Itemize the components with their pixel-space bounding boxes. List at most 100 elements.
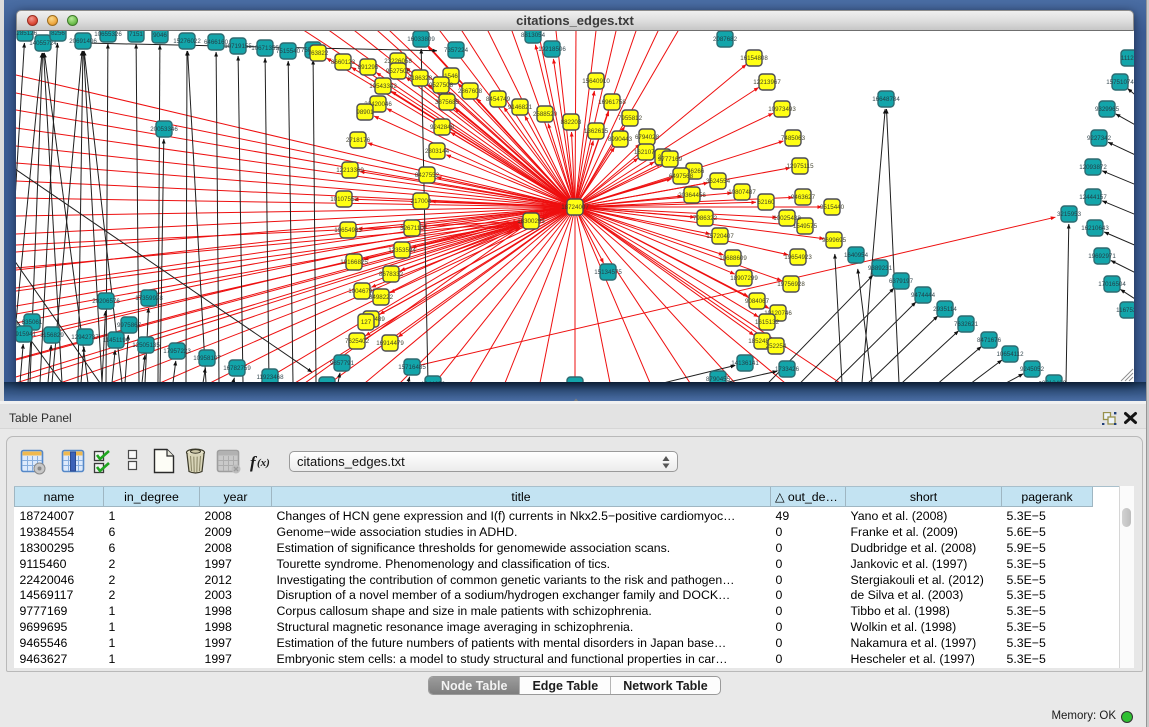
svg-text:16210643: 16210643 [1081, 225, 1109, 232]
svg-text:3915941: 3915941 [16, 331, 37, 338]
svg-text:8790455: 8790455 [706, 376, 731, 382]
svg-text:17957223: 17957223 [163, 348, 191, 355]
svg-text:882203: 882203 [561, 119, 582, 126]
svg-text:7955812: 7955812 [618, 115, 643, 122]
svg-text:1156829: 1156829 [40, 332, 64, 339]
svg-text:10654112: 10654112 [996, 351, 1024, 358]
svg-text:8678332: 8678332 [379, 271, 404, 278]
svg-text:8660123: 8660123 [331, 59, 356, 66]
svg-text:8813054: 8813054 [521, 32, 546, 39]
svg-text:2718176: 2718176 [346, 137, 371, 144]
svg-text:1733426: 1733426 [775, 366, 800, 373]
svg-text:15134575: 15134575 [594, 269, 622, 276]
svg-text:8256: 8256 [51, 31, 65, 37]
svg-text:14136141: 14136141 [731, 360, 759, 367]
svg-text:6497568: 6497568 [669, 173, 694, 180]
svg-text:19692971: 19692971 [1088, 253, 1116, 260]
svg-text:10025438: 10025438 [773, 215, 801, 222]
svg-text:10543342: 10543342 [369, 83, 397, 90]
svg-text:12093872: 12093872 [1079, 164, 1107, 171]
svg-text:15276022: 15276022 [173, 38, 201, 45]
svg-text:10719155: 10719155 [224, 43, 252, 50]
svg-text:9213469: 9213469 [1042, 380, 1067, 382]
svg-text:(x): (x) [257, 457, 270, 469]
svg-text:12942737: 12942737 [71, 334, 99, 341]
svg-text:9389231: 9389231 [868, 265, 893, 272]
svg-text:17359928: 17359928 [135, 295, 163, 302]
svg-text:20364456: 20364456 [678, 192, 706, 199]
svg-text:62160: 62160 [757, 199, 775, 206]
svg-text:12353594: 12353594 [388, 247, 416, 254]
svg-text:20053346: 20053346 [150, 126, 178, 133]
svg-text:7151: 7151 [129, 31, 143, 38]
svg-text:10655326: 10655326 [94, 31, 122, 38]
svg-text:11923468: 11923468 [256, 374, 284, 381]
svg-text:3624554: 3624554 [706, 178, 731, 185]
svg-text:8186328: 8186328 [408, 75, 433, 82]
svg-text:2935114: 2935114 [933, 306, 957, 313]
svg-text:8427552: 8427552 [415, 172, 440, 179]
svg-text:1640954: 1640954 [844, 252, 869, 259]
svg-text:1615132: 1615132 [755, 319, 780, 326]
svg-text:9463627: 9463627 [791, 194, 816, 201]
svg-text:7515540: 7515540 [276, 48, 301, 55]
svg-text:3267110: 3267110 [400, 225, 424, 232]
svg-text:10958107: 10958107 [193, 355, 221, 362]
svg-text:10973493: 10973493 [768, 106, 796, 113]
svg-text:891295: 891295 [358, 64, 379, 71]
svg-text:20691406: 20691406 [69, 38, 97, 45]
svg-text:12213369: 12213369 [336, 167, 364, 174]
svg-text:2803144: 2803144 [425, 148, 450, 155]
svg-text:19654983: 19654983 [334, 227, 362, 234]
svg-text:9777169: 9777169 [658, 156, 683, 163]
svg-text:10807487: 10807487 [728, 189, 756, 196]
svg-text:9245052: 9245052 [1020, 366, 1045, 373]
svg-text:19654923: 19654923 [784, 254, 812, 261]
svg-text:6794028: 6794028 [635, 134, 660, 141]
svg-text:15720407: 15720407 [706, 233, 734, 240]
svg-text:9227342: 9227342 [1087, 135, 1112, 142]
svg-text:9146821: 9146821 [508, 104, 533, 111]
svg-text:2285126: 2285126 [16, 31, 38, 37]
svg-text:7357224: 7357224 [444, 47, 469, 54]
svg-text:9046: 9046 [153, 32, 167, 39]
svg-text:15716485: 15716485 [398, 364, 426, 371]
svg-text:98901: 98901 [356, 109, 374, 116]
svg-text:17016504: 17016504 [1098, 281, 1126, 288]
svg-text:9329965: 9329965 [1095, 106, 1120, 113]
svg-text:9857791: 9857791 [330, 360, 355, 367]
svg-text:9242848: 9242848 [430, 124, 455, 131]
svg-text:1044652: 1044652 [421, 381, 446, 382]
svg-text:9699695: 9699695 [822, 237, 847, 244]
svg-text:8471676: 8471676 [977, 337, 1002, 344]
svg-text:7625402: 7625402 [345, 338, 370, 345]
svg-text:16914479: 16914479 [376, 340, 404, 347]
svg-text:9084067: 9084067 [745, 298, 770, 305]
svg-text:12213967: 12213967 [753, 79, 781, 86]
svg-text:16648784: 16648784 [872, 96, 900, 103]
svg-text:3215953: 3215953 [1057, 211, 1082, 218]
svg-text:18300295: 18300295 [517, 218, 545, 225]
svg-text:12975115: 12975115 [786, 163, 814, 170]
svg-text:10688609: 10688609 [719, 255, 747, 262]
svg-text:7485063: 7485063 [781, 135, 806, 142]
svg-text:18907299: 18907299 [730, 275, 758, 282]
svg-text:9975867: 9975867 [117, 322, 142, 329]
svg-text:835061: 835061 [22, 319, 43, 326]
svg-text:217004: 217004 [411, 198, 432, 205]
svg-text:2588520: 2588520 [533, 111, 558, 118]
svg-text:15640910: 15640910 [582, 78, 610, 85]
svg-text:2087682: 2087682 [713, 36, 738, 43]
svg-text:8990443: 8990443 [608, 136, 633, 143]
svg-text:16154808: 16154808 [740, 55, 768, 62]
svg-text:6379197: 6379197 [889, 278, 914, 285]
svg-text:12505135: 12505135 [132, 342, 160, 349]
svg-text:19166825: 19166825 [340, 259, 368, 266]
svg-text:16961758: 16961758 [598, 99, 626, 106]
svg-text:20206576: 20206576 [92, 298, 120, 305]
svg-text:12444157: 12444157 [1079, 194, 1107, 201]
svg-text:9527508: 9527508 [429, 82, 454, 89]
svg-text:3875685: 3875685 [435, 99, 460, 106]
svg-text:252254: 252254 [766, 343, 787, 350]
svg-text:7632621: 7632621 [954, 321, 979, 328]
